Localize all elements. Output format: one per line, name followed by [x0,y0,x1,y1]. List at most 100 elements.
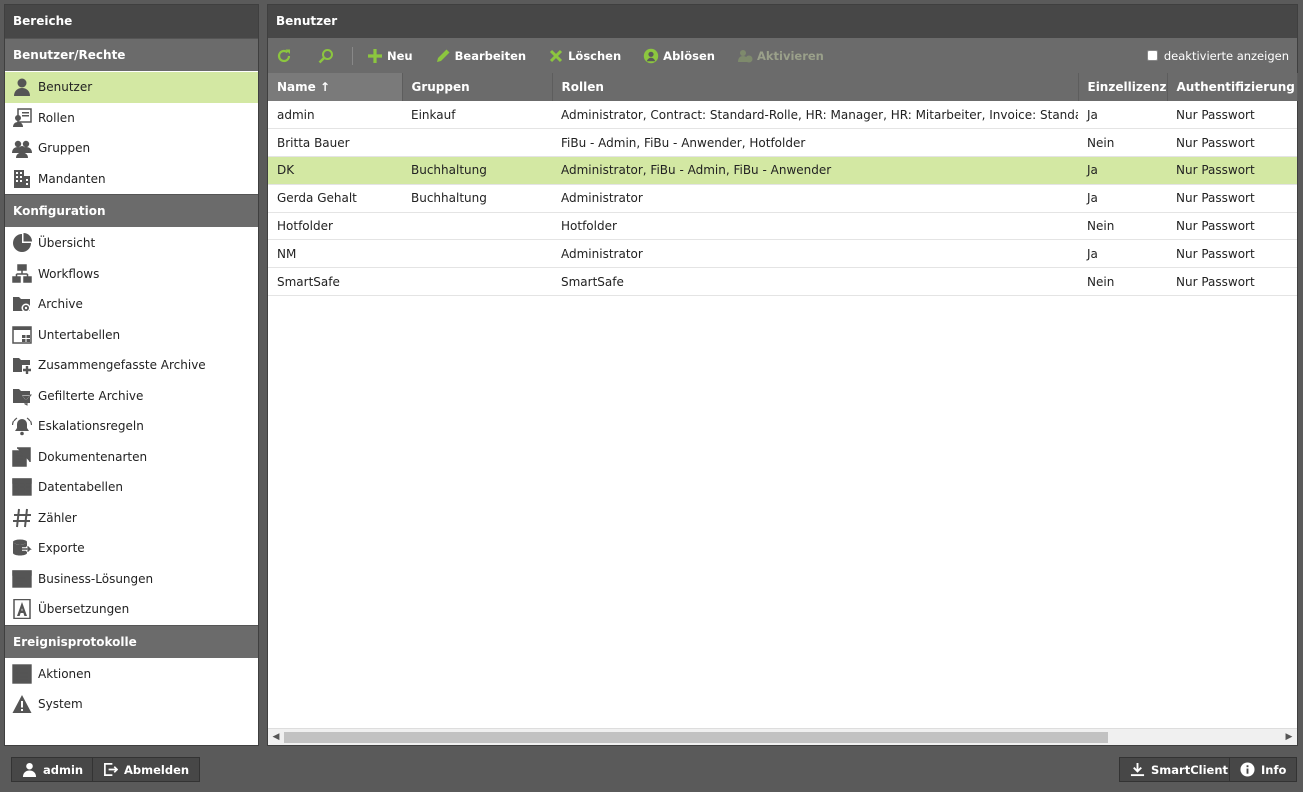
sidebar-item-gruppen[interactable]: Gruppen [5,133,258,164]
search-button[interactable] [318,48,338,64]
user-switch-icon [643,48,659,63]
edit-button[interactable]: Bearbeiten [435,48,526,64]
sidebar-item-uebersicht[interactable]: Übersicht [5,228,258,259]
page-title: Benutzer [268,5,1297,38]
subtable-icon [11,324,33,346]
new-button[interactable]: Neu [367,48,413,64]
sidebar-group-benutzer-rechte[interactable]: Benutzer/Rechte [5,38,258,71]
cell-gruppen: Einkauf [402,101,552,130]
cell-gruppen: Buchhaltung [402,156,552,185]
table-row[interactable]: Hotfolder Hotfolder Nein Nur Passwort [268,212,1297,241]
column-header-label: Name [277,80,316,94]
column-header-rollen[interactable]: Rollen [552,73,1079,101]
table-row[interactable]: Gerda Gehalt Buchhaltung Administrator J… [268,184,1297,213]
cell-authentifizierung: Nur Passwort [1167,128,1297,158]
sidebar-item-untertabellen[interactable]: Untertabellen [5,320,258,351]
cell-name: DK [268,156,402,185]
x-icon [550,49,563,62]
scroll-left-icon[interactable]: ◀ [270,731,282,743]
replace-button[interactable]: Ablösen [643,48,715,64]
sidebar-item-label: Zähler [38,510,77,525]
sidebar-item-zaehler[interactable]: Zähler [5,503,258,534]
sidebar-item-label: Übersetzungen [38,602,130,617]
smartclient-button[interactable]: SmartClient [1119,757,1240,782]
show-deactivated-toggle[interactable]: deaktivierte anzeigen [1146,49,1289,63]
delete-button[interactable]: Löschen [548,48,621,64]
sidebar: Bereiche Benutzer/Rechte Benutzer Rollen… [4,4,259,746]
sidebar-item-label: Gefilterte Archive [38,388,144,403]
table-row-selected[interactable]: DK Buchhaltung Administrator, FiBu - Adm… [268,156,1297,185]
table-row[interactable]: NM Administrator Ja Nur Passwort [268,239,1297,269]
column-header-einzellizenz[interactable]: Einzellizenz [1078,73,1168,101]
sidebar-item-zusammengefasste-archive[interactable]: Zusammengefasste Archive [5,350,258,381]
cell-einzellizenz: Nein [1078,128,1167,158]
sidebar-item-label: Rollen [38,110,75,125]
cell-einzellizenz: Ja [1078,239,1167,269]
cell-name: Britta Bauer [268,128,402,158]
logout-label: Abmelden [124,762,190,777]
info-button[interactable]: Info [1229,757,1298,782]
cell-einzellizenz: Nein [1078,212,1167,241]
sidebar-item-workflows[interactable]: Workflows [5,259,258,290]
sidebar-item-aktionen[interactable]: Aktionen [5,659,258,690]
sidebar-group-ereignisprotokolle[interactable]: Ereignisprotokolle [5,624,258,658]
sidebar-item-exporte[interactable]: Exporte [5,533,258,564]
sidebar-item-label: Aktionen [38,666,92,681]
sidebar-item-system[interactable]: System [5,689,258,720]
delete-button-label: Löschen [568,48,622,63]
refresh-button[interactable] [276,48,296,64]
sidebar-item-rollen[interactable]: Rollen [5,103,258,134]
activate-button[interactable]: Aktivieren [737,48,824,64]
sidebar-item-dokumentenarten[interactable]: Dokumentenarten [5,442,258,473]
table-row[interactable]: SmartSafe SmartSafe Nein Nur Passwort [268,267,1297,297]
search-icon [318,48,333,63]
column-header-name[interactable]: Name ↑ [268,73,403,101]
workflow-icon [11,263,33,285]
group-icon [11,137,33,159]
users-table: Name ↑ Gruppen Rollen Einzellizenz Authe… [268,73,1298,297]
cell-name: Gerda Gehalt [268,184,402,213]
warning-icon [11,693,33,715]
sidebar-item-label: System [38,697,83,712]
scrollbar-thumb[interactable] [284,732,1108,743]
sidebar-item-benutzer[interactable]: Benutzer [5,72,258,103]
cell-rollen: Administrator [552,239,1078,269]
info-label: Info [1261,762,1287,777]
sidebar-item-mandanten[interactable]: Mandanten [5,164,258,195]
sort-ascending-icon: ↑ [319,80,331,94]
cell-gruppen [402,212,552,241]
current-user-button[interactable]: admin [11,757,95,782]
sidebar-item-business-loesungen[interactable]: Business-Lösungen [5,564,258,595]
table-row[interactable]: Britta Bauer FiBu - Admin, FiBu - Anwend… [268,128,1297,158]
sidebar-item-label: Business-Lösungen [38,571,154,586]
show-deactivated-checkbox[interactable] [1146,50,1158,61]
cell-name: SmartSafe [268,267,402,297]
sidebar-item-archive[interactable]: Archive [5,289,258,320]
logout-button[interactable]: Abmelden [92,757,201,782]
table-row[interactable]: admin Einkauf Administrator, Contract: S… [268,101,1297,130]
folder-gear-icon [11,293,33,315]
sidebar-item-label: Zusammengefasste Archive [38,358,206,373]
cell-name: Hotfolder [268,212,402,241]
cell-gruppen [402,128,552,158]
scroll-right-icon[interactable]: ▶ [1283,731,1295,743]
list-icon [11,663,33,685]
cell-gruppen [402,239,552,269]
cell-authentifizierung: Nur Passwort [1167,156,1297,185]
sidebar-item-datentabellen[interactable]: Datentabellen [5,472,258,503]
sidebar-title: Bereiche [5,5,258,38]
sidebar-item-gefilterte-archive[interactable]: Gefilterte Archive [5,381,258,412]
cell-name: admin [268,101,402,130]
column-header-gruppen[interactable]: Gruppen [402,73,553,101]
sidebar-item-label: Benutzer [38,80,93,95]
horizontal-scrollbar[interactable]: ◀ ▶ [268,728,1297,745]
cell-einzellizenz: Ja [1078,156,1167,185]
column-header-authentifizierung[interactable]: Authentifizierung [1167,73,1298,101]
hash-icon [11,507,33,529]
main-panel: Benutzer Neu Bearbeiten Löschen Ablösen … [267,4,1298,746]
folder-filter-icon [11,385,33,407]
sidebar-item-label: Gruppen [38,141,91,156]
sidebar-item-uebersetzungen[interactable]: Übersetzungen [5,594,258,625]
sidebar-item-eskalationsregeln[interactable]: Eskalationsregeln [5,411,258,442]
sidebar-group-konfiguration[interactable]: Konfiguration [5,194,258,227]
